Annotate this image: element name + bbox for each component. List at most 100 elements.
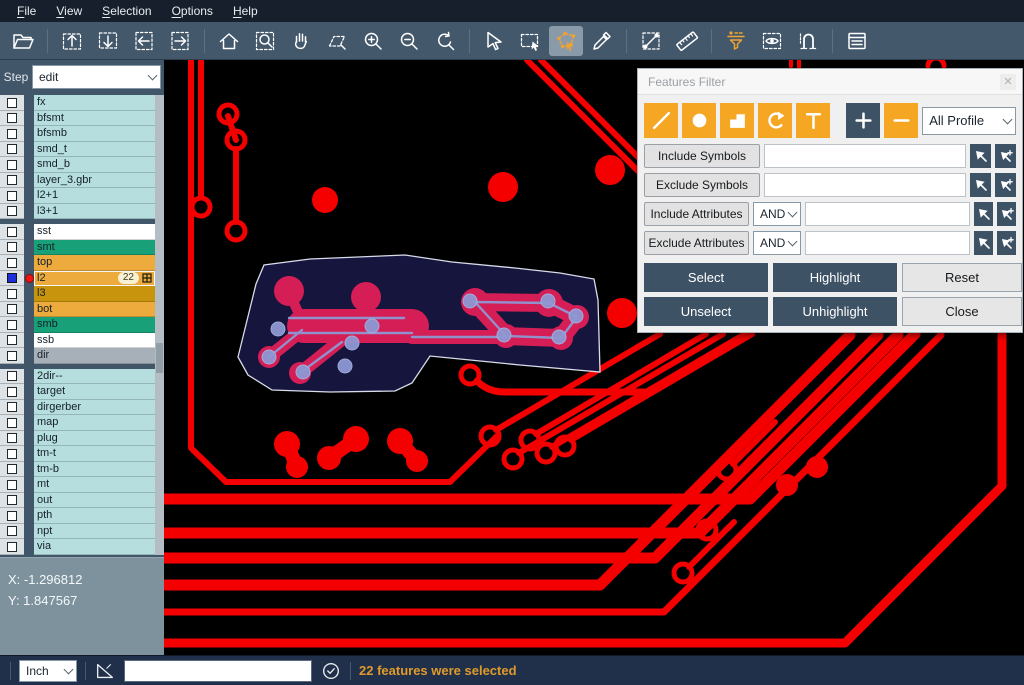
layer-visibility-checkbox[interactable] xyxy=(7,206,17,216)
layer-row-l2+1[interactable]: l2+1 xyxy=(0,188,155,204)
zoom-polygon-icon[interactable] xyxy=(320,26,354,56)
layer-name[interactable]: plug xyxy=(34,431,155,447)
layer-name[interactable]: smd_t xyxy=(34,142,155,158)
layer-visibility-checkbox[interactable] xyxy=(7,371,17,381)
layer-visibility-checkbox[interactable] xyxy=(7,144,17,154)
layer-name[interactable]: npt xyxy=(34,524,155,540)
layer-row-target[interactable]: target xyxy=(0,384,155,400)
layer-visibility-checkbox[interactable] xyxy=(7,273,17,283)
layer-name[interactable]: ssb xyxy=(34,333,155,349)
layer-name[interactable]: smt xyxy=(34,240,155,256)
layer-row-smt[interactable]: smt xyxy=(0,240,155,256)
unselect-button[interactable]: Unselect xyxy=(644,297,768,326)
layer-visibility-checkbox[interactable] xyxy=(7,542,17,552)
layer-visibility-checkbox[interactable] xyxy=(7,511,17,521)
layer-name[interactable]: target xyxy=(34,384,155,400)
layer-name[interactable]: smb xyxy=(34,317,155,333)
include-attributes-pick-add-button[interactable] xyxy=(997,202,1016,226)
layer-row-out[interactable]: out xyxy=(0,493,155,509)
layer-visibility-checkbox[interactable] xyxy=(7,320,17,330)
layer-visibility-checkbox[interactable] xyxy=(7,449,17,459)
export-up-icon[interactable] xyxy=(55,26,89,56)
layer-visibility-checkbox[interactable] xyxy=(7,160,17,170)
layer-row-sst[interactable]: sst xyxy=(0,224,155,240)
exclude-attributes-pick-add-button[interactable] xyxy=(997,231,1016,255)
layer-visibility-checkbox[interactable] xyxy=(7,98,17,108)
layer-visibility-checkbox[interactable] xyxy=(7,129,17,139)
line-feature-icon[interactable] xyxy=(644,103,678,138)
layer-grid-icon[interactable] xyxy=(142,273,152,283)
include-attributes-input[interactable] xyxy=(805,202,970,226)
layer-row-tm-t[interactable]: tm-t xyxy=(0,446,155,462)
layer-name[interactable]: l222 xyxy=(34,271,155,287)
layer-visibility-checkbox[interactable] xyxy=(7,526,17,536)
exclude-symbols-input[interactable] xyxy=(764,173,966,197)
highlight-button[interactable]: Highlight xyxy=(773,263,897,292)
confirm-circle-icon[interactable] xyxy=(320,660,342,682)
layer-row-bfsmb[interactable]: bfsmb xyxy=(0,126,155,142)
layer-row-tm-b[interactable]: tm-b xyxy=(0,462,155,478)
layer-name[interactable]: out xyxy=(34,493,155,509)
layer-name[interactable]: l3+1 xyxy=(34,204,155,220)
layer-row-npt[interactable]: npt xyxy=(0,524,155,540)
unhighlight-button[interactable]: Unhighlight xyxy=(773,297,897,326)
polygon-select-icon[interactable] xyxy=(549,26,583,56)
close-button[interactable]: Close xyxy=(902,297,1022,326)
layer-visibility-checkbox[interactable] xyxy=(7,387,17,397)
surface-feature-icon[interactable] xyxy=(720,103,754,138)
layer-visibility-checkbox[interactable] xyxy=(7,227,17,237)
layer-visibility-checkbox[interactable] xyxy=(7,304,17,314)
command-input[interactable] xyxy=(124,660,312,682)
layer-visibility-checkbox[interactable] xyxy=(7,402,17,412)
layer-name[interactable]: smd_b xyxy=(34,157,155,173)
layer-visibility-checkbox[interactable] xyxy=(7,191,17,201)
layer-name[interactable]: fx xyxy=(34,95,155,111)
layer-row-ssb[interactable]: ssb xyxy=(0,333,155,349)
include-symbols-input[interactable] xyxy=(764,144,966,168)
layer-name[interactable]: bot xyxy=(34,302,155,318)
home-view-icon[interactable] xyxy=(212,26,246,56)
include-symbols-pick-add-button[interactable] xyxy=(995,144,1016,168)
exclude-symbols-pick-add-button[interactable] xyxy=(995,173,1016,197)
layer-name[interactable]: via xyxy=(34,539,155,555)
layer-visibility-checkbox[interactable] xyxy=(7,495,17,505)
import-down-icon[interactable] xyxy=(91,26,125,56)
pan-left-icon[interactable] xyxy=(127,26,161,56)
dialog-title-bar[interactable]: Features Filter ✕ xyxy=(638,69,1022,95)
exclude-symbols-pick-button[interactable] xyxy=(970,173,991,197)
layer-name[interactable]: bfsmt xyxy=(34,111,155,127)
exclude-attributes-label-button[interactable]: Exclude Attributes xyxy=(644,231,749,255)
ruler-icon[interactable] xyxy=(670,26,704,56)
layer-list-scrollbar[interactable] xyxy=(155,95,164,555)
layer-row-pth[interactable]: pth xyxy=(0,508,155,524)
layer-name[interactable]: map xyxy=(34,415,155,431)
layer-name[interactable]: dir xyxy=(34,348,155,364)
view-features-icon[interactable] xyxy=(755,26,789,56)
zoom-area-icon[interactable] xyxy=(248,26,282,56)
layer-row-plug[interactable]: plug xyxy=(0,431,155,447)
layer-visibility-checkbox[interactable] xyxy=(7,289,17,299)
measure-point-icon[interactable] xyxy=(634,26,668,56)
layer-row-l2[interactable]: l222 xyxy=(0,271,155,287)
scrollbar-thumb[interactable] xyxy=(156,343,163,373)
layer-name[interactable]: mt xyxy=(34,477,155,493)
layer-visibility-checkbox[interactable] xyxy=(7,464,17,474)
layer-name[interactable]: layer_3.gbr xyxy=(34,173,155,189)
negative-polarity-icon[interactable] xyxy=(884,103,918,138)
report-icon[interactable] xyxy=(840,26,874,56)
layer-visibility-checkbox[interactable] xyxy=(7,480,17,490)
snap-icon[interactable] xyxy=(791,26,825,56)
zoom-previous-icon[interactable] xyxy=(428,26,462,56)
menu-item-help[interactable]: Help xyxy=(224,2,267,20)
layer-row-bfsmt[interactable]: bfsmt xyxy=(0,111,155,127)
pan-hand-icon[interactable] xyxy=(284,26,318,56)
layer-name[interactable]: top xyxy=(34,255,155,271)
menu-item-view[interactable]: View xyxy=(47,2,91,20)
pad-feature-icon[interactable] xyxy=(682,103,716,138)
layer-row-l3[interactable]: l3 xyxy=(0,286,155,302)
layer-name[interactable]: l3 xyxy=(34,286,155,302)
open-file-icon[interactable] xyxy=(6,26,40,56)
layer-row-via[interactable]: via xyxy=(0,539,155,555)
layer-name[interactable]: dirgerber xyxy=(34,400,155,416)
include-symbols-pick-button[interactable] xyxy=(970,144,991,168)
